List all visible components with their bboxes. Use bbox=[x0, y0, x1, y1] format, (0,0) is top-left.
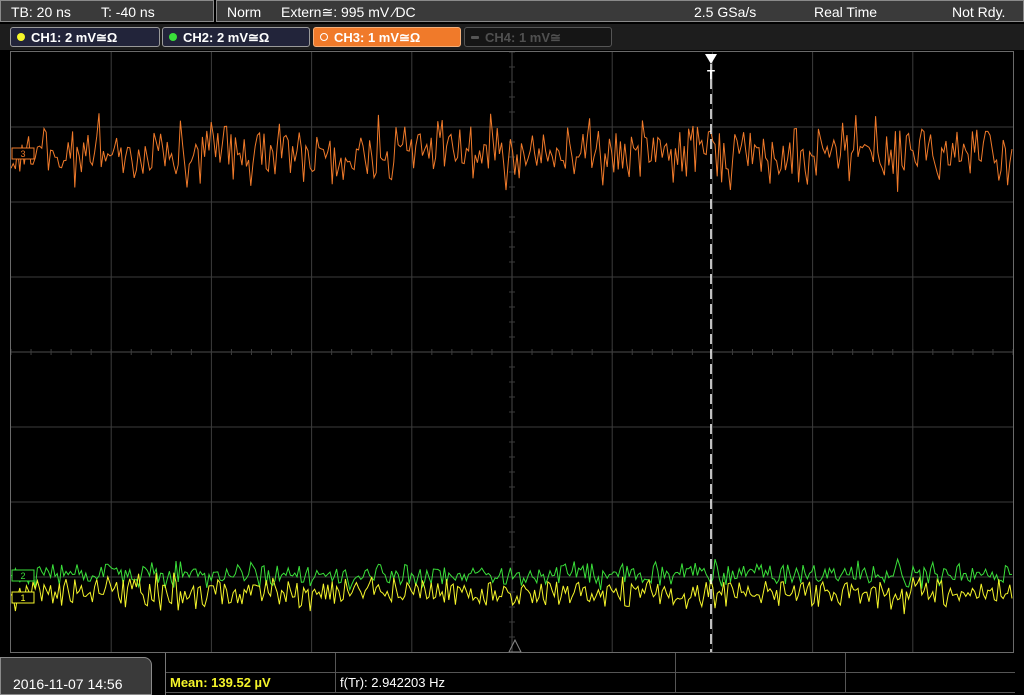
mean-measurement: Mean: 139.52 µV bbox=[170, 675, 271, 690]
status-bar: TB: 20 ns T: -40 ns Norm Extern≅: 995 mV… bbox=[0, 0, 1024, 24]
tab-ch3[interactable]: CH3: 1 mV≅Ω bbox=[313, 27, 461, 47]
ch2-label: CH2: 2 mV≅Ω bbox=[183, 30, 270, 45]
measurement-cell bbox=[166, 653, 336, 673]
ch3-indicator-icon bbox=[320, 33, 328, 41]
datetime-panel: 2016-11-07 14:56 bbox=[0, 657, 152, 695]
datetime-value: 2016-11-07 14:56 bbox=[13, 676, 123, 692]
measurement-row-2: Mean: 139.52 µV f(Tr): 2.942203 Hz bbox=[166, 673, 1015, 693]
ch2-indicator-icon bbox=[169, 33, 177, 41]
measurement-cell: f(Tr): 2.942203 Hz bbox=[336, 673, 676, 693]
trigger-source: Extern≅: 995 mV ⁄DC bbox=[281, 4, 416, 20]
frequency-measurement: f(Tr): 2.942203 Hz bbox=[340, 675, 446, 690]
measurement-row-1 bbox=[166, 653, 1015, 673]
ch4-label: CH4: 1 mV≅ bbox=[485, 30, 561, 45]
ch1-indicator-icon bbox=[17, 33, 25, 41]
waveform-display[interactable]: T 3 2 1 bbox=[10, 51, 1014, 653]
timebase-panel[interactable]: TB: 20 ns T: -40 ns bbox=[0, 0, 214, 22]
measurement-cell: Mean: 139.52 µV bbox=[166, 673, 336, 693]
ch4-indicator-icon bbox=[471, 36, 479, 39]
ch1-ref-marker: 1 bbox=[11, 591, 35, 604]
measurement-panel[interactable]: Mean: 139.52 µV f(Tr): 2.942203 Hz bbox=[165, 653, 1015, 695]
measurement-cell bbox=[676, 673, 846, 693]
ch3-ref-marker: 3 bbox=[11, 147, 35, 160]
graticule-grid bbox=[11, 52, 1013, 652]
measurement-cell bbox=[336, 653, 676, 673]
ch1-ref-label: 1 bbox=[20, 593, 25, 603]
trigger-position-value: T: -40 ns bbox=[101, 4, 155, 20]
ch2-ref-label: 2 bbox=[20, 571, 25, 581]
waveform-canvas: T 3 2 1 bbox=[11, 52, 1013, 652]
center-marker-icon bbox=[508, 638, 522, 652]
acquisition-mode: Norm bbox=[227, 4, 262, 20]
time-mode: Real Time bbox=[814, 4, 878, 20]
ch3-ref-label: 3 bbox=[20, 149, 25, 159]
tab-ch4[interactable]: CH4: 1 mV≅ bbox=[464, 27, 612, 47]
trigger-status: Not Rdy. bbox=[952, 4, 1006, 20]
timebase-value: TB: 20 ns bbox=[11, 4, 71, 20]
trigger-marker-label: T bbox=[707, 67, 715, 82]
trigger-arrow-icon bbox=[705, 54, 717, 64]
acquisition-panel[interactable]: Norm Extern≅: 995 mV ⁄DC 2.5 GSa/s Real … bbox=[216, 0, 1024, 22]
ch2-ref-marker: 2 bbox=[11, 569, 35, 582]
ch3-label: CH3: 1 mV≅Ω bbox=[334, 30, 421, 45]
tab-ch2[interactable]: CH2: 2 mV≅Ω bbox=[162, 27, 310, 47]
tab-ch1[interactable]: CH1: 2 mV≅Ω bbox=[10, 27, 160, 47]
channel-tab-row: CH1: 2 mV≅Ω CH2: 2 mV≅Ω CH3: 1 mV≅Ω CH4:… bbox=[0, 24, 1024, 50]
measurement-cell bbox=[676, 653, 846, 673]
sample-rate: 2.5 GSa/s bbox=[694, 4, 757, 20]
ch1-label: CH1: 2 mV≅Ω bbox=[31, 30, 118, 45]
